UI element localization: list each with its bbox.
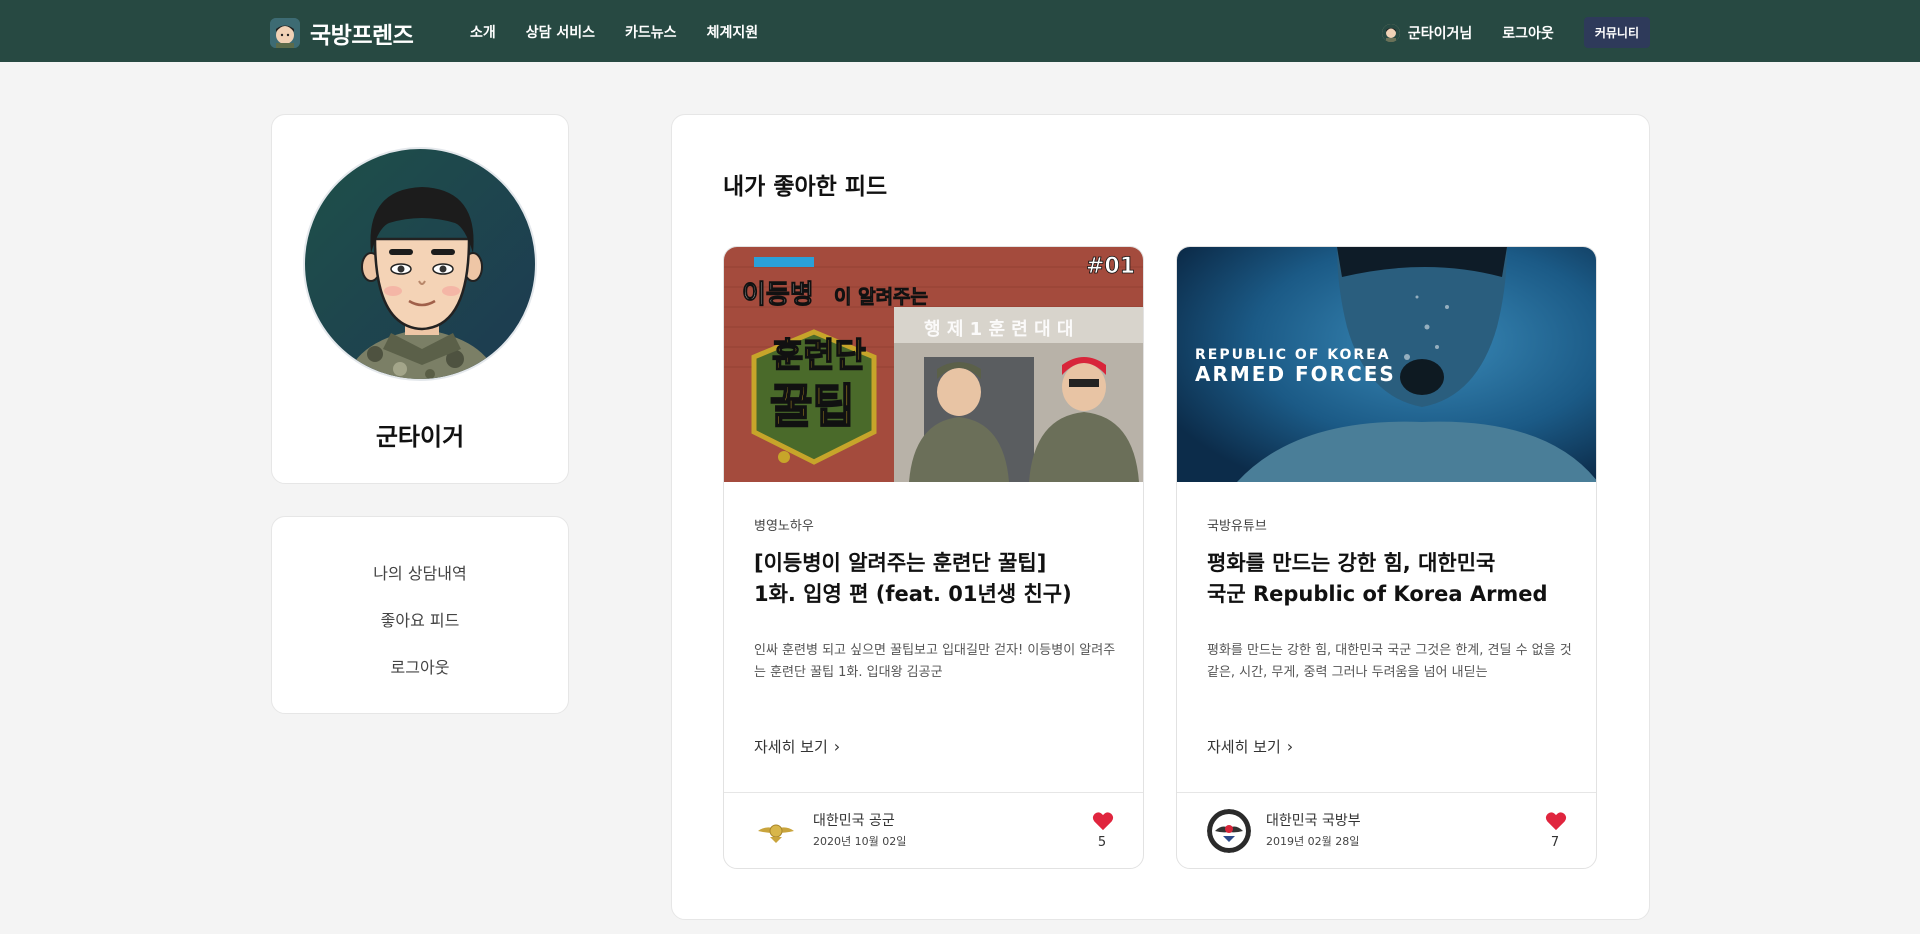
logout-link[interactable]: 로그아웃 xyxy=(1502,23,1554,43)
top-navbar: 국방프렌즈 소개 상담 서비스 카드뉴스 체계지원 군타이거님 로그아웃 커뮤니… xyxy=(0,0,1920,62)
like-count: 5 xyxy=(1097,835,1107,850)
feed-thumbnail[interactable]: 이등병 이 알려주는 훈련단 꿀팁 #01 행 제 1 훈 련 대 대 xyxy=(724,247,1143,482)
read-more-link[interactable]: 자세히 보기 › xyxy=(754,736,840,757)
feed-card[interactable]: 이등병 이 알려주는 훈련단 꿀팁 #01 행 제 1 훈 련 대 대 병영노하… xyxy=(723,246,1144,869)
thumb-text-line2: ARMED FORCES xyxy=(1195,362,1396,386)
feed-title-line: 1화. 입영 편 (feat. 01년생 친구) xyxy=(754,582,1072,606)
post-date: 2020년 10월 02일 xyxy=(813,835,907,848)
profile-name: 군타이거 xyxy=(375,423,465,451)
user-avatar-icon xyxy=(1381,23,1400,42)
thumb-badge: #01 xyxy=(1086,254,1135,279)
nav-link-cardnews[interactable]: 카드뉴스 xyxy=(625,22,677,42)
nav-link-counseling[interactable]: 상담 서비스 xyxy=(526,22,595,42)
like-count: 7 xyxy=(1550,835,1560,850)
heart-icon[interactable] xyxy=(1545,811,1567,831)
thumb-sign: 행 제 1 훈 련 대 대 xyxy=(924,318,1073,340)
thumb-text-big1: 훈련단 xyxy=(772,336,866,376)
author-name: 대한민국 공군 xyxy=(813,813,895,829)
feed-description: 인싸 훈련병 되고 싶으면 꿀팁보고 입대길만 걷자! 이등병이 알려주는 훈련… xyxy=(754,643,1116,680)
feed-title[interactable]: 평화를 만드는 강한 힘, 대한민국 국군 Republic of Korea … xyxy=(1207,548,1577,610)
feed-footer: 대한민국 공군 2020년 10월 02일 5 xyxy=(724,792,1143,868)
main-nav: 소개 상담 서비스 카드뉴스 체계지원 xyxy=(470,22,788,42)
feed-footer: 대한민국 국방부 2019년 02월 28일 7 xyxy=(1177,792,1596,868)
menu-item-my-counseling[interactable]: 나의 상담내역 xyxy=(272,560,568,584)
feed-card[interactable]: REPUBLIC OF KOREA ARMED FORCES 국방유튜브 평화를… xyxy=(1176,246,1597,869)
feed-description: 평화를 만드는 강한 힘, 대한민국 국군 그것은 한계, 견딜 수 없을 것 … xyxy=(1207,643,1572,680)
thumb-text-line1b: 이 알려주는 xyxy=(834,286,928,308)
feed-title-line: 평화를 만드는 강한 힘, 대한민국 xyxy=(1207,551,1496,575)
chevron-right-icon: › xyxy=(833,737,841,756)
post-date: 2019년 02월 28일 xyxy=(1266,835,1360,848)
nav-link-intro[interactable]: 소개 xyxy=(470,22,496,42)
nav-link-support[interactable]: 체계지원 xyxy=(707,22,759,42)
feed-category: 국방유튜브 xyxy=(1207,519,1267,534)
brand-name: 국방프렌즈 xyxy=(310,23,414,49)
chevron-right-icon: › xyxy=(1286,737,1294,756)
community-button[interactable]: 커뮤니티 xyxy=(1583,17,1650,48)
author-name: 대한민국 국방부 xyxy=(1266,813,1361,829)
feed-category: 병영노하우 xyxy=(754,519,814,534)
heart-icon[interactable] xyxy=(1092,811,1114,831)
read-more-link[interactable]: 자세히 보기 › xyxy=(1207,736,1293,757)
menu-item-liked-feeds[interactable]: 좋아요 피드 xyxy=(272,607,568,631)
brand-logo-icon xyxy=(270,18,300,48)
read-more-label: 자세히 보기 xyxy=(754,738,828,756)
defense-ministry-emblem-icon xyxy=(1207,809,1251,853)
air-force-emblem-icon xyxy=(754,809,798,853)
menu-item-logout[interactable]: 로그아웃 xyxy=(272,654,568,678)
thumb-text-line1: REPUBLIC OF KOREA xyxy=(1195,347,1391,363)
soldier-avatar-icon xyxy=(346,187,498,379)
brand[interactable]: 국방프렌즈 xyxy=(270,16,414,50)
feed-title-line: [이등병이 알려주는 훈련단 꿀팁] xyxy=(754,551,1047,575)
feed-title[interactable]: [이등병이 알려주는 훈련단 꿀팁] 1화. 입영 편 (feat. 01년생 … xyxy=(754,548,1124,610)
read-more-label: 자세히 보기 xyxy=(1207,738,1281,756)
thumb-text-big2: 꿀팁 xyxy=(770,379,855,433)
feed-thumbnail[interactable]: REPUBLIC OF KOREA ARMED FORCES xyxy=(1177,247,1596,482)
thumb-text-line1: 이등병 xyxy=(742,280,814,310)
liked-feeds-panel: 내가 좋아한 피드 이등병 이 알려주는 훈련단 꿀팁 #01 행 제 1 훈 … xyxy=(671,114,1650,920)
profile-card: 군타이거 xyxy=(271,114,569,484)
profile-avatar xyxy=(303,147,537,381)
feed-title-line: 국군 Republic of Korea Armed xyxy=(1207,582,1548,606)
side-menu: 나의 상담내역 좋아요 피드 로그아웃 xyxy=(271,516,569,714)
user-name[interactable]: 군타이거님 xyxy=(1408,23,1472,43)
user-nav: 군타이거님 로그아웃 커뮤니티 xyxy=(1381,17,1650,48)
page-title: 내가 좋아한 피드 xyxy=(723,174,888,200)
